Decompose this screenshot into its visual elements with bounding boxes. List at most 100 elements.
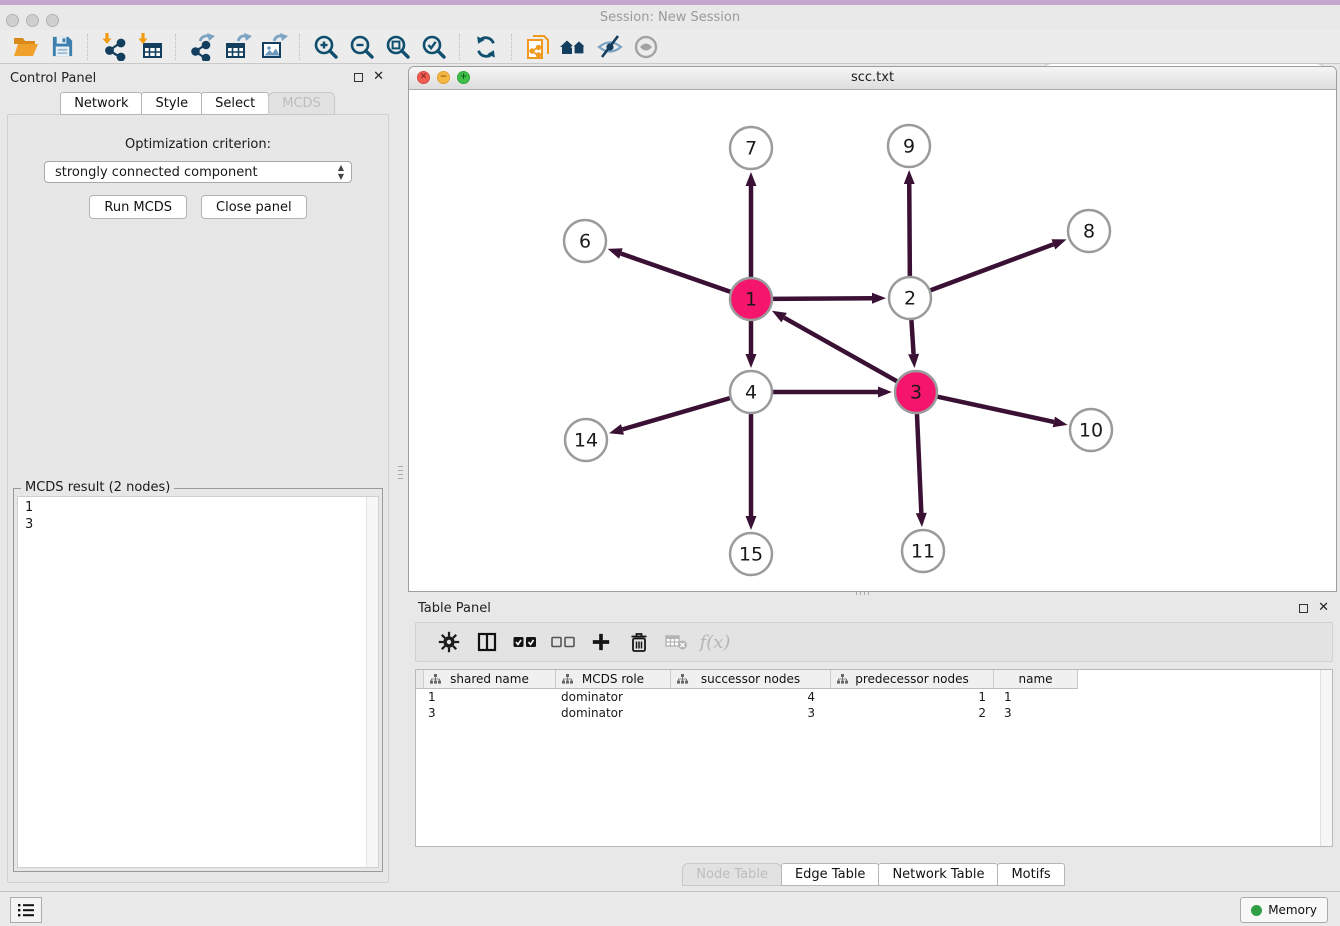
table-cell[interactable]: 4 <box>671 690 831 704</box>
task-history-button[interactable] <box>10 897 42 923</box>
table-cell[interactable]: 1 <box>424 690 556 704</box>
tab-node-table[interactable]: Node Table <box>682 863 782 886</box>
refresh-view-icon[interactable] <box>468 32 504 62</box>
table-settings-gear-icon[interactable] <box>430 631 468 653</box>
tab-style[interactable]: Style <box>141 92 202 115</box>
table-cell[interactable]: 3 <box>671 706 831 720</box>
delete-column-trash-icon[interactable] <box>620 631 658 653</box>
table-panel-title: Table Panel <box>418 601 491 616</box>
import-network-icon[interactable] <box>96 32 132 62</box>
select-all-columns-icon[interactable] <box>506 636 544 648</box>
network-title: scc.txt <box>409 70 1336 85</box>
zoom-out-icon[interactable] <box>344 32 380 62</box>
toolbar-divider <box>459 34 461 60</box>
first-neighbors-icon[interactable] <box>556 32 592 62</box>
graph-edge-arrow <box>916 513 927 527</box>
deselect-all-columns-icon[interactable] <box>544 636 582 648</box>
export-table-icon[interactable] <box>220 32 256 62</box>
tab-motifs[interactable]: Motifs <box>997 863 1064 886</box>
float-panel-icon[interactable] <box>354 73 363 82</box>
mcds-result-title: MCDS result (2 nodes) <box>21 480 174 495</box>
graph-edge-arrow <box>908 354 919 368</box>
network-canvas[interactable]: 1234678910111415 <box>409 90 1336 592</box>
table-panel: Table Panel ✕ f(x) shared nameMCDS <box>408 597 1340 891</box>
mcds-result-group: MCDS result (2 nodes) 1 3 <box>13 488 383 872</box>
table-cell[interactable]: 1 <box>831 690 994 704</box>
tab-network[interactable]: Network <box>60 92 142 115</box>
table-row[interactable]: 3dominator323 <box>416 705 1332 721</box>
open-session-icon[interactable] <box>8 32 44 62</box>
memory-button[interactable]: Memory <box>1240 897 1328 923</box>
run-mcds-button[interactable]: Run MCDS <box>89 195 187 219</box>
tab-edge-table[interactable]: Edge Table <box>781 863 879 886</box>
graph-edge-arrow <box>746 172 757 186</box>
list-icon <box>17 902 35 918</box>
table-cell[interactable]: 3 <box>994 706 1078 720</box>
tab-mcds[interactable]: MCDS <box>268 92 335 115</box>
hide-graphics-details-icon[interactable] <box>592 32 628 62</box>
close-panel-icon[interactable]: ✕ <box>373 70 384 84</box>
graph-edge-arrow <box>609 424 624 435</box>
graph-node-label: 7 <box>745 138 757 160</box>
node-table: shared nameMCDS rolesuccessor nodesprede… <box>415 669 1333 847</box>
graph-edge <box>917 414 921 513</box>
close-panel-button[interactable]: Close panel <box>201 195 307 219</box>
new-network-from-selection-icon[interactable] <box>520 32 556 62</box>
import-table-icon[interactable] <box>132 32 168 62</box>
graph-edge-arrow <box>1052 239 1067 249</box>
network-view-window: ✕ − + scc.txt 1234678910111415 <box>408 66 1337 592</box>
graph-node-label: 4 <box>745 382 757 404</box>
graph-edge-arrow <box>746 516 757 530</box>
result-scrollbar[interactable] <box>366 497 378 867</box>
graph-edge-arrow <box>1053 417 1068 428</box>
column-header-name[interactable]: name <box>994 670 1078 689</box>
column-header-shared-name[interactable]: shared name <box>424 670 556 689</box>
table-cell[interactable]: 3 <box>424 706 556 720</box>
column-header-predecessor-nodes[interactable]: predecessor nodes <box>831 670 994 689</box>
table-cell[interactable]: 2 <box>831 706 994 720</box>
graph-node-label: 15 <box>739 544 763 566</box>
control-panel-tabs: NetworkStyleSelectMCDS <box>0 92 396 115</box>
graph-edge <box>937 397 1053 422</box>
create-new-column-icon[interactable] <box>582 632 620 652</box>
graph-edge <box>784 318 897 382</box>
show-column-panel-icon[interactable] <box>468 631 506 653</box>
table-float-icon[interactable] <box>1299 604 1308 613</box>
column-header-successor-nodes[interactable]: successor nodes <box>671 670 831 689</box>
column-header-mcds-role[interactable]: MCDS role <box>556 670 671 689</box>
graph-edge-arrow <box>878 387 892 398</box>
table-cell[interactable]: dominator <box>556 690 671 704</box>
memory-label: Memory <box>1268 903 1317 917</box>
zoom-in-icon[interactable] <box>308 32 344 62</box>
table-cell[interactable]: dominator <box>556 706 671 720</box>
table-row[interactable]: 1dominator411 <box>416 689 1332 705</box>
zoom-fit-icon[interactable] <box>380 32 416 62</box>
graph-node-label: 10 <box>1079 420 1103 442</box>
table-scrollbar[interactable] <box>1320 670 1332 846</box>
node-table-header: shared nameMCDS rolesuccessor nodesprede… <box>416 670 1332 689</box>
node-table-body: 1dominator4113dominator323 <box>416 689 1332 721</box>
graph-node-label: 1 <box>745 289 757 311</box>
panel-splitter-handle[interactable] <box>398 466 403 480</box>
graph-node-label: 6 <box>579 231 591 253</box>
zoom-selected-icon[interactable] <box>416 32 452 62</box>
optimization-criterion-label: Optimization criterion: <box>8 137 388 152</box>
graph-edge-arrow <box>608 248 623 258</box>
network-window-titlebar[interactable]: ✕ − + scc.txt <box>409 67 1336 90</box>
graph-node-label: 3 <box>910 382 922 404</box>
table-toolbar: f(x) <box>415 622 1333 662</box>
export-image-icon[interactable] <box>256 32 292 62</box>
optimization-criterion-select[interactable]: strongly connected component ▲▼ <box>44 161 352 183</box>
delete-table-icon <box>658 632 696 652</box>
control-panel: Control Panel ✕ NetworkStyleSelectMCDS O… <box>0 64 396 891</box>
memory-status-icon <box>1251 905 1262 916</box>
control-panel-header: Control Panel ✕ <box>0 64 396 92</box>
tab-select[interactable]: Select <box>201 92 269 115</box>
table-cell[interactable]: 1 <box>994 690 1078 704</box>
table-close-icon[interactable]: ✕ <box>1318 601 1329 615</box>
save-session-icon[interactable] <box>44 32 80 62</box>
status-bar: Memory <box>0 891 1340 926</box>
export-network-icon[interactable] <box>184 32 220 62</box>
mcds-result-text[interactable]: 1 3 <box>17 496 379 868</box>
tab-network-table[interactable]: Network Table <box>878 863 998 886</box>
